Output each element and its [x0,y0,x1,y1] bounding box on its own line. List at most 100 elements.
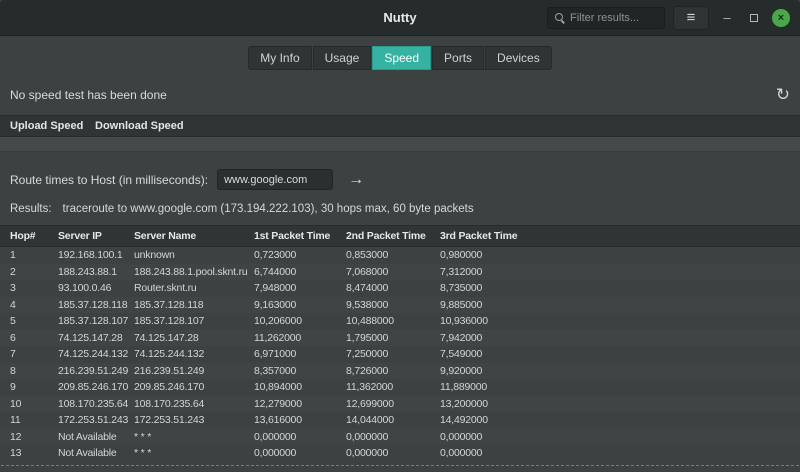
hop-cell: 2 [10,266,58,278]
packet2-cell: 0,000000 [346,447,440,459]
upload-speed-column-header[interactable]: Upload Speed [10,120,95,132]
traceroute-row[interactable]: 10 108.170.235.64 108.170.235.64 12,2790… [0,396,800,413]
traceroute-row[interactable]: 12 Not Available * * * 0,000000 0,000000… [0,429,800,446]
packet2-cell: 11,362000 [346,381,440,393]
hop-column-header[interactable]: Hop# [10,230,58,242]
packet2-column-header[interactable]: 2nd Packet Time [346,230,440,242]
run-traceroute-button[interactable]: → [348,172,364,188]
tab-devices[interactable]: Devices [485,46,552,70]
traceroute-row[interactable]: 5 185.37.128.107 185.37.128.107 10,20600… [0,313,800,330]
server-ip-cell: Not Available [58,431,134,443]
route-section: Route times to Host (in milliseconds): →… [0,152,800,225]
traceroute-row[interactable]: 11 172.253.51.243 172.253.51.243 13,6160… [0,412,800,429]
results-label: Results: [10,203,52,215]
packet1-cell: 11,262000 [254,332,346,344]
traceroute-row[interactable]: 9 209.85.246.170 209.85.246.170 10,89400… [0,379,800,396]
close-button[interactable]: × [772,9,790,27]
server-name-column-header[interactable]: Server Name [134,230,254,242]
hop-cell: 9 [10,381,58,393]
server-ip-cell: Not Available [58,447,134,459]
hop-cell: 11 [10,414,58,426]
packet3-cell: 7,942000 [440,332,800,344]
traceroute-header: Hop# Server IP Server Name 1st Packet Ti… [0,225,800,247]
server-name-cell: 74.125.244.132 [134,348,254,360]
packet3-cell: 11,889000 [440,381,800,393]
titlebar-controls: ≡ – × [547,6,800,30]
packet2-cell: 7,250000 [346,348,440,360]
server-ip-cell: 74.125.147.28 [58,332,134,344]
server-ip-cell: 93.100.0.46 [58,282,134,294]
hop-cell: 3 [10,282,58,294]
server-ip-cell: 216.239.51.249 [58,365,134,377]
menu-button[interactable]: ≡ [673,6,709,30]
packet2-cell: 0,853000 [346,249,440,261]
server-name-cell: 185.37.128.107 [134,315,254,327]
server-ip-column-header[interactable]: Server IP [58,230,134,242]
traceroute-row[interactable]: 4 185.37.128.118 185.37.128.118 9,163000… [0,297,800,314]
route-host-label: Route times to Host (in milliseconds): [10,173,208,187]
packet3-column-header[interactable]: 3rd Packet Time [440,230,800,242]
packet1-column-header[interactable]: 1st Packet Time [254,230,346,242]
search-input[interactable] [570,12,657,24]
packet3-cell: 0,000000 [440,431,800,443]
traceroute-table: Hop# Server IP Server Name 1st Packet Ti… [0,225,800,462]
packet1-cell: 12,279000 [254,398,346,410]
packet2-cell: 7,068000 [346,266,440,278]
packet2-cell: 14,044000 [346,414,440,426]
tab-speed[interactable]: Speed [372,46,431,70]
arrow-right-icon: → [348,171,364,188]
server-ip-cell: 209.85.246.170 [58,381,134,393]
host-input[interactable] [217,169,333,190]
tab-bar: My Info Usage Speed Ports Devices [0,36,800,82]
hop-cell: 7 [10,348,58,360]
refresh-button[interactable]: ↻ [776,86,790,103]
server-name-cell: Router.sknt.ru [134,282,254,294]
server-ip-cell: 74.125.244.132 [58,348,134,360]
packet3-cell: 9,885000 [440,299,800,311]
packet3-cell: 9,920000 [440,365,800,377]
traceroute-body: 1 192.168.100.1 unknown 0,723000 0,85300… [0,247,800,462]
server-name-cell: 188.243.88.1.pool.sknt.ru [134,266,254,278]
packet3-cell: 10,936000 [440,315,800,327]
maximize-icon [750,14,758,22]
packet2-cell: 8,474000 [346,282,440,294]
speed-section: No speed test has been done ↻ Upload Spe… [0,82,800,152]
server-name-cell: 216.239.51.249 [134,365,254,377]
server-ip-cell: 185.37.128.107 [58,315,134,327]
tab-usage[interactable]: Usage [313,46,372,70]
hop-cell: 4 [10,299,58,311]
packet1-cell: 10,894000 [254,381,346,393]
traceroute-row[interactable]: 8 216.239.51.249 216.239.51.249 8,357000… [0,363,800,380]
tab-my-info[interactable]: My Info [248,46,311,70]
search-box[interactable] [547,7,665,29]
maximize-button[interactable] [745,8,763,28]
minimize-icon: – [723,10,730,25]
traceroute-row[interactable]: 13 Not Available * * * 0,000000 0,000000… [0,445,800,462]
server-name-cell: * * * [134,447,254,459]
tab-ports[interactable]: Ports [432,46,484,70]
packet3-cell: 7,312000 [440,266,800,278]
scroll-edge-indicator [1,465,799,466]
hop-cell: 12 [10,431,58,443]
packet1-cell: 10,206000 [254,315,346,327]
search-icon [555,13,564,22]
traceroute-row[interactable]: 2 188.243.88.1 188.243.88.1.pool.sknt.ru… [0,264,800,281]
traceroute-row[interactable]: 3 93.100.0.46 Router.sknt.ru 7,948000 8,… [0,280,800,297]
download-speed-column-header[interactable]: Download Speed [95,120,800,132]
hop-cell: 5 [10,315,58,327]
results-summary: traceroute to www.google.com (173.194.22… [63,203,474,215]
packet3-cell: 0,980000 [440,249,800,261]
packet1-cell: 0,000000 [254,431,346,443]
traceroute-row[interactable]: 1 192.168.100.1 unknown 0,723000 0,85300… [0,247,800,264]
packet2-cell: 10,488000 [346,315,440,327]
speed-empty-row [0,137,800,152]
traceroute-row[interactable]: 7 74.125.244.132 74.125.244.132 6,971000… [0,346,800,363]
traceroute-row[interactable]: 6 74.125.147.28 74.125.147.28 11,262000 … [0,330,800,347]
packet3-cell: 0,000000 [440,447,800,459]
packet3-cell: 8,735000 [440,282,800,294]
speed-table-header: Upload Speed Download Speed [0,115,800,137]
minimize-button[interactable]: – [718,8,736,28]
server-ip-cell: 192.168.100.1 [58,249,134,261]
hop-cell: 8 [10,365,58,377]
results-row: Results: traceroute to www.google.com (1… [0,196,800,225]
